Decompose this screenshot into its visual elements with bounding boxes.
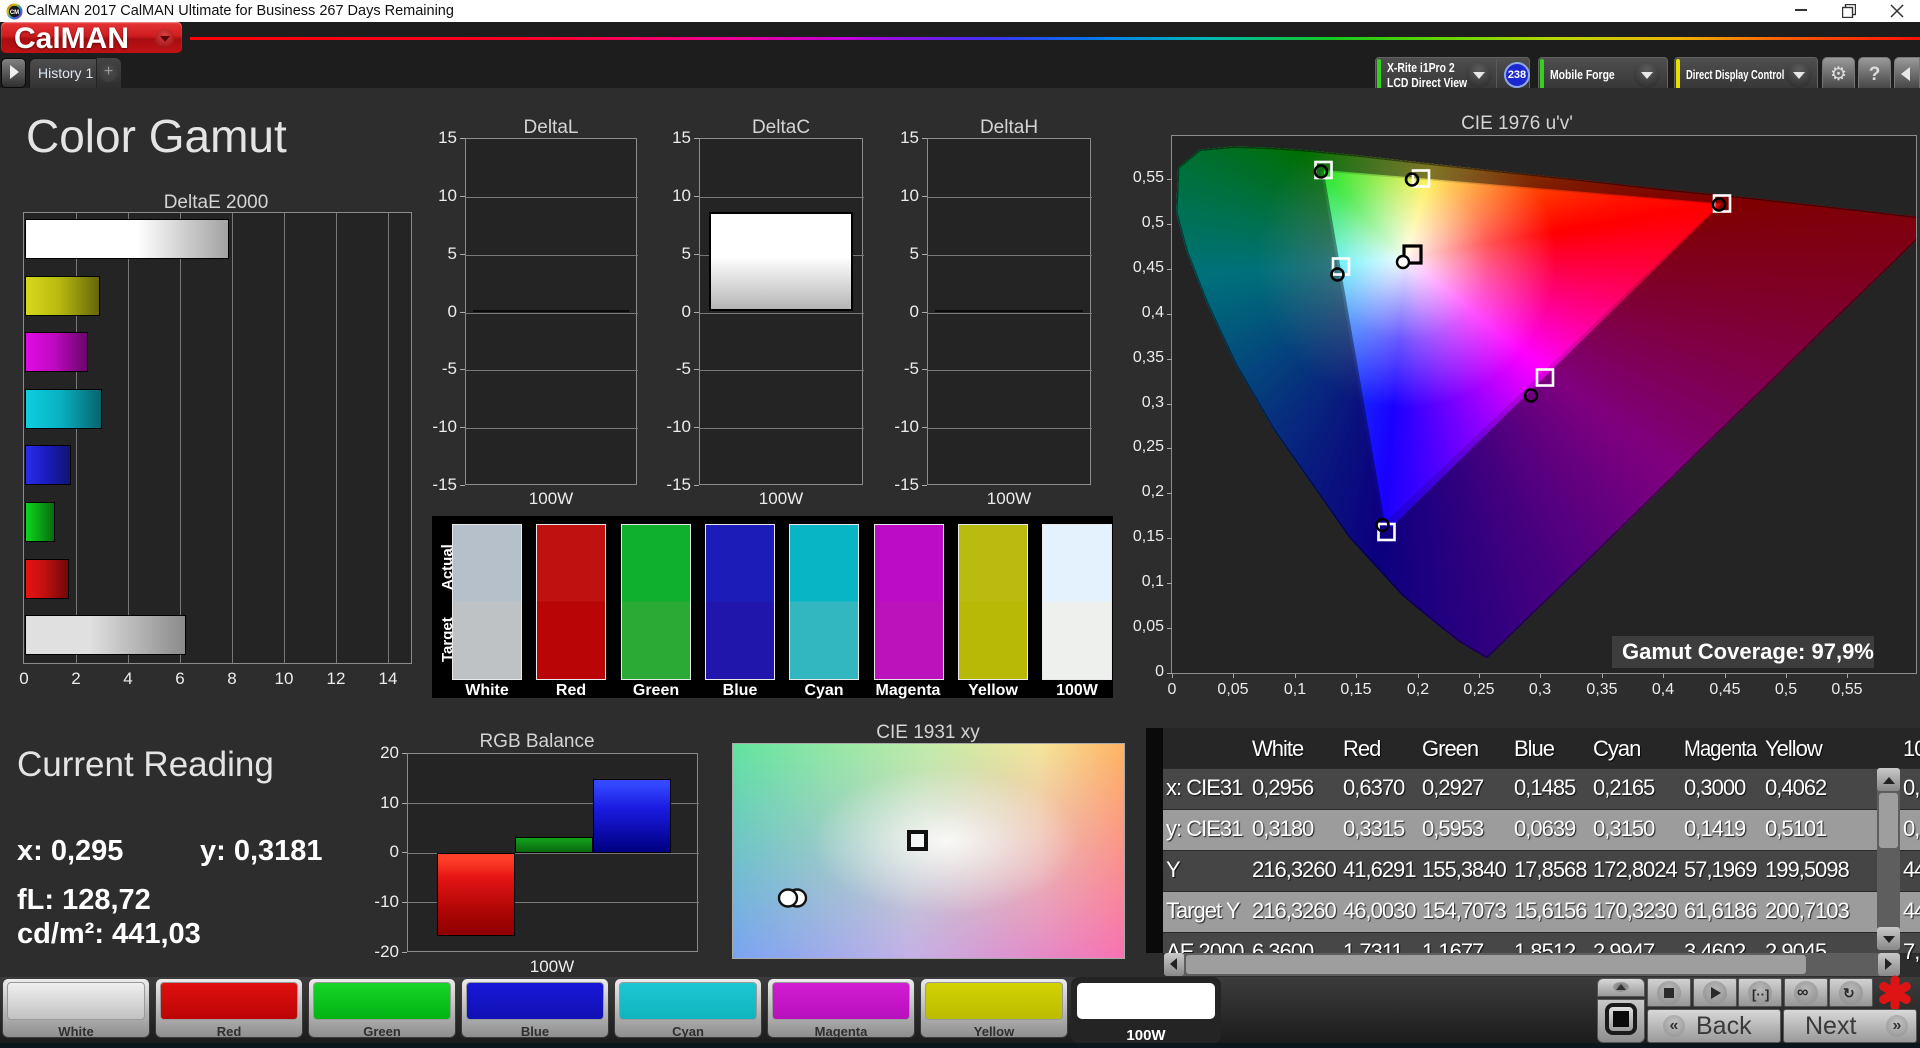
svg-text:CM: CM xyxy=(10,10,19,16)
svg-text:Gamut Coverage: 97,9%: Gamut Coverage: 97,9% xyxy=(1622,639,1874,664)
